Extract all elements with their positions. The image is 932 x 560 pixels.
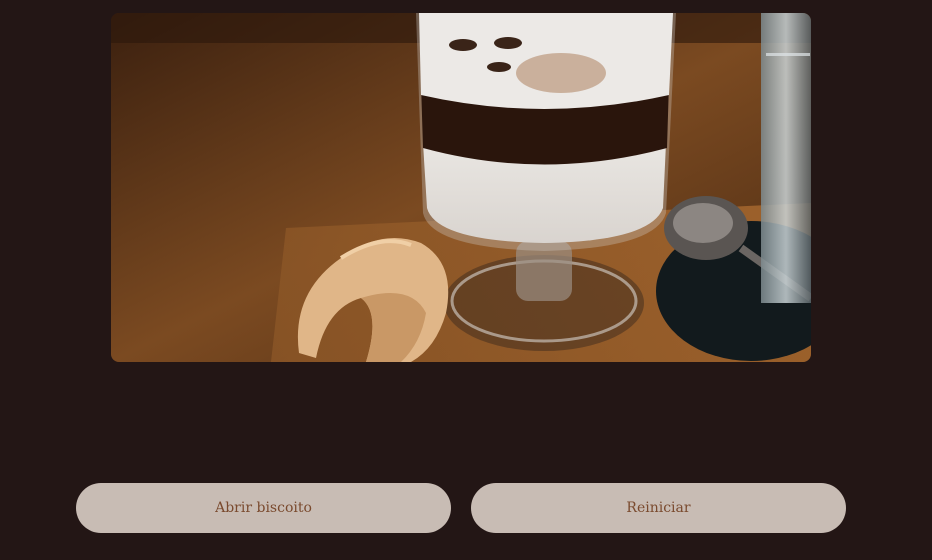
reset-label: Reiniciar	[626, 500, 691, 516]
coffee-fortune-cookie-image	[111, 13, 811, 362]
open-cookie-button[interactable]: Abrir biscoito	[76, 483, 451, 533]
photo-illustration	[111, 13, 811, 362]
fortune-cookie-page: Abrir biscoito Reiniciar	[0, 0, 932, 560]
open-cookie-label: Abrir biscoito	[215, 500, 312, 516]
reset-button[interactable]: Reiniciar	[471, 483, 846, 533]
